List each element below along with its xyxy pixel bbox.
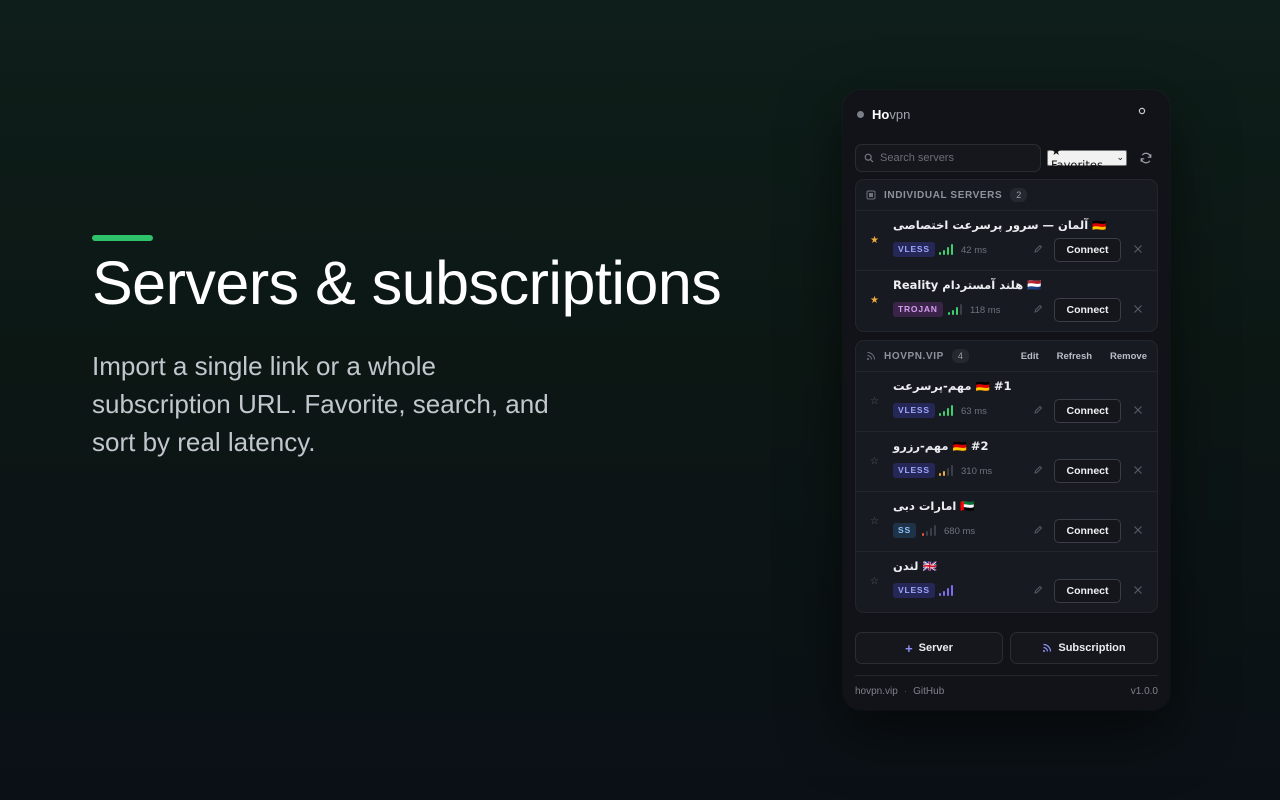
edit-icon[interactable] [1033,244,1043,254]
search-input[interactable] [880,152,1030,164]
edit-icon[interactable] [1033,585,1043,595]
add-server-label: Server [918,642,953,654]
footer-divider [855,675,1158,676]
hero-subtitle: Import a single link or a whole subscrip… [92,351,549,457]
edit-icon[interactable] [1033,304,1043,314]
protocol-badge: SS [893,523,916,538]
connect-button[interactable]: Connect [1054,238,1121,262]
protocol-badge: TROJAN [893,302,943,317]
github-link[interactable]: GitHub [913,686,944,697]
server-name: #1 🇩🇪 مهم-پرسرعت [893,379,1012,393]
latency-value: 680 ms [944,526,976,537]
refresh-subscription-button[interactable]: Refresh [1057,351,1092,362]
plus-icon: + [905,640,913,656]
footer: hovpn.vip · GitHub v1.0.0 [855,686,1158,697]
latency-value: 310 ms [961,466,993,477]
refresh-icon[interactable] [1139,151,1153,165]
protocol-badge: VLESS [893,463,935,478]
group-count-badge: 4 [951,349,969,363]
server-row[interactable]: ☆ 🇬🇧 لندن VLESS Connect [856,552,1157,612]
protocol-badge: VLESS [893,403,935,418]
close-icon[interactable] [1133,585,1143,595]
add-server-button[interactable]: + Server [855,632,1003,664]
status-dot [857,110,864,118]
signal-bars-icon [939,585,953,596]
favorite-star-icon[interactable]: ☆ [870,576,879,587]
connect-button[interactable]: Connect [1054,459,1121,483]
server-name: 🇬🇧 لندن [893,559,937,573]
close-icon[interactable] [1133,304,1143,314]
search-icon [864,153,874,163]
server-icon [866,190,876,200]
signal-bars-icon [948,304,962,315]
add-subscription-button[interactable]: Subscription [1010,632,1158,664]
server-row[interactable]: ☆ #1 🇩🇪 مهم-پرسرعت VLESS 63 ms Connect [856,372,1157,432]
filter-value: ★ Favorites [1051,144,1103,172]
group-title: INDIVIDUAL SERVERS [884,189,1003,201]
server-name: #2 🇩🇪 مهم-رزرو [893,439,989,453]
group-actions: Edit Refresh Remove [1003,351,1147,362]
connect-button[interactable]: Connect [1054,519,1121,543]
signal-bars-icon [922,525,936,536]
close-icon[interactable] [1133,405,1143,415]
site-link[interactable]: hovpn.vip [855,686,898,697]
server-row[interactable]: ★ 🇳🇱 هلند آمستردام Reality TROJAN 118 ms… [856,271,1157,331]
hero-title: Servers & subscriptions [92,249,722,317]
latency-value: 42 ms [961,245,987,256]
accent-bar [92,235,153,241]
remove-subscription-button[interactable]: Remove [1110,351,1147,362]
gear-icon[interactable] [1138,106,1146,118]
connect-button[interactable]: Connect [1054,579,1121,603]
footer-separator: · [903,686,908,697]
bottom-actions: + Server Subscription [855,632,1158,664]
app-brand: Hovpn [872,106,911,122]
close-icon[interactable] [1133,465,1143,475]
favorites-filter-select[interactable]: ★ Favorites ⌄ [1047,144,1127,172]
rss-icon [1043,643,1052,652]
version-label: v1.0.0 [1130,686,1158,697]
group-header: INDIVIDUAL SERVERS 2 [856,180,1157,211]
add-subscription-label: Subscription [1058,642,1126,654]
edit-icon[interactable] [1033,525,1043,535]
edit-subscription-button[interactable]: Edit [1021,351,1039,362]
signal-bars-icon [939,244,953,255]
server-row[interactable]: ★ 🇩🇪 آلمان — سرور پرسرعت اختصاصی VLESS 4… [856,211,1157,271]
connect-button[interactable]: Connect [1054,399,1121,423]
chevron-down-icon: ⌄ [1116,153,1124,163]
edit-icon[interactable] [1033,465,1043,475]
favorite-star-icon[interactable]: ★ [870,235,879,246]
app-header: Hovpn [857,106,1156,122]
close-icon[interactable] [1133,244,1143,254]
server-name: 🇳🇱 هلند آمستردام Reality [893,278,1042,292]
signal-bars-icon [939,405,953,416]
favorite-star-icon[interactable]: ☆ [870,456,879,467]
connect-button[interactable]: Connect [1054,298,1121,322]
edit-icon[interactable] [1033,405,1043,415]
favorite-star-icon[interactable]: ★ [870,295,879,306]
group-subscription: HOVPN.VIP 4 Edit Refresh Remove ☆ #1 🇩🇪 … [855,340,1158,613]
group-individual-servers: INDIVIDUAL SERVERS 2 ★ 🇩🇪 آلمان — سرور پ… [855,179,1158,332]
hero-section: Servers & subscriptions Import a single … [92,235,772,461]
server-name: 🇩🇪 آلمان — سرور پرسرعت اختصاصی [893,218,1107,232]
latency-value: 63 ms [961,406,987,417]
app-window: Hovpn ★ Favorites ⌄ INDIVIDUAL SERVERS 2… [843,90,1170,710]
latency-value: 118 ms [970,305,1001,316]
group-header: HOVPN.VIP 4 Edit Refresh Remove [856,341,1157,372]
toolbar: ★ Favorites ⌄ [855,144,1158,172]
favorite-star-icon[interactable]: ☆ [870,396,879,407]
group-title: HOVPN.VIP [884,350,944,362]
rss-icon [867,352,875,360]
search-box[interactable] [855,144,1041,172]
favorite-star-icon[interactable]: ☆ [870,516,879,527]
server-row[interactable]: ☆ #2 🇩🇪 مهم-رزرو VLESS 310 ms Connect [856,432,1157,492]
close-icon[interactable] [1133,525,1143,535]
protocol-badge: VLESS [893,583,935,598]
protocol-badge: VLESS [893,242,935,257]
signal-bars-icon [939,465,953,476]
server-row[interactable]: ☆ 🇦🇪 امارات دبی SS 680 ms Connect [856,492,1157,552]
server-name: 🇦🇪 امارات دبی [893,499,975,513]
group-count-badge: 2 [1010,188,1028,202]
